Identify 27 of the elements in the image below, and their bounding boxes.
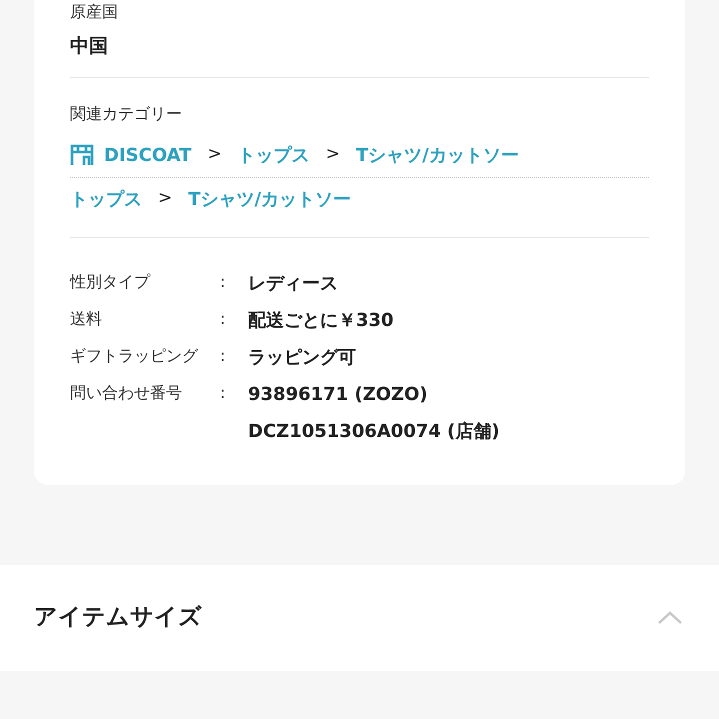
field-label: 原産国 <box>70 1 119 23</box>
separator: > <box>326 143 340 166</box>
detail-label: 性別タイプ <box>70 270 152 292</box>
field-value: 中国 <box>70 34 109 59</box>
detail-value: ラッピング可 <box>248 346 357 370</box>
section-header[interactable]: アイテムサイズ <box>0 564 719 670</box>
category-link[interactable]: Tシャツ/カットソー <box>188 186 352 212</box>
detail-value: DCZ1051306A0074 (店舗) <box>248 420 501 444</box>
detail-value: 配送ごとに￥330 <box>248 308 395 332</box>
separator: > <box>207 143 222 166</box>
colon: : <box>220 308 226 330</box>
separator: > <box>158 187 172 210</box>
section-title: アイテムサイズ <box>34 603 202 632</box>
colon: : <box>220 382 226 404</box>
detail-label: 送料 <box>70 308 103 330</box>
detail-label: ギフトラッピング <box>70 344 200 366</box>
chevron-up-icon[interactable] <box>657 610 683 625</box>
category-link[interactable]: トップス <box>238 142 310 168</box>
category-link[interactable]: Tシャツ/カットソー <box>356 142 519 168</box>
detail-value: レディース <box>248 272 339 296</box>
category-link[interactable]: DISCOAT <box>104 142 192 168</box>
colon: : <box>220 270 226 292</box>
field-label: 関連カテゴリー <box>70 102 183 124</box>
category-link[interactable]: トップス <box>70 186 142 212</box>
colon: : <box>220 344 226 366</box>
detail-label: 問い合わせ番号 <box>70 382 183 404</box>
detail-value: 93896171 (ZOZO) <box>248 382 429 406</box>
